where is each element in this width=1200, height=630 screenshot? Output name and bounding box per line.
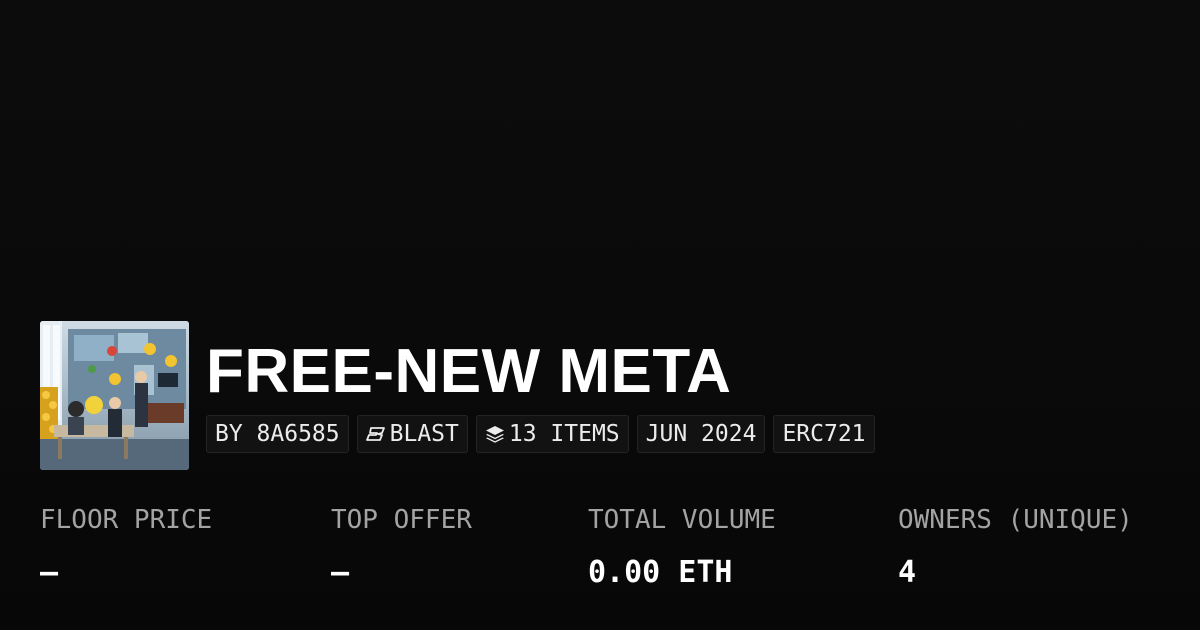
floor-price-label: FLOOR PRICE	[40, 505, 213, 535]
top-offer-label: TOP OFFER	[331, 505, 472, 535]
total-volume-label: TOTAL VOLUME	[588, 505, 776, 535]
floor-price-value: —	[40, 555, 59, 590]
date-tag: JUN 2024	[636, 415, 766, 453]
collection-tags: BY 8A6585 BLAST 13 ITEMS JUN 2024 ERC721	[206, 415, 875, 455]
owners-label: OWNERS (UNIQUE)	[898, 505, 1133, 535]
total-volume-stat: TOTAL VOLUME 0.00 ETH	[588, 500, 776, 598]
owners-value: 4	[898, 555, 917, 590]
creator-label: BY 8A6585	[215, 421, 340, 447]
items-tag[interactable]: 13 ITEMS	[475, 415, 629, 453]
total-volume-value: 0.00 ETH	[588, 555, 733, 590]
standard-tag: ERC721	[773, 415, 875, 453]
top-offer-value: —	[331, 555, 350, 590]
standard-label: ERC721	[782, 421, 866, 447]
blast-logo-icon	[365, 426, 386, 442]
layers-icon	[485, 425, 505, 443]
chain-tag[interactable]: BLAST	[356, 415, 468, 453]
chain-label: BLAST	[389, 421, 459, 447]
top-offer-stat: TOP OFFER —	[331, 500, 472, 598]
collection-stats: FLOOR PRICE — TOP OFFER — TOTAL VOLUME 0…	[0, 500, 1200, 610]
collection-artwork-icon	[40, 321, 189, 470]
floor-price-stat: FLOOR PRICE —	[40, 500, 212, 598]
collection-thumbnail	[40, 321, 189, 470]
owners-stat: OWNERS (UNIQUE) 4	[898, 500, 1133, 598]
date-label: JUN 2024	[645, 421, 757, 447]
collection-title: FREE-NEW META	[206, 337, 732, 406]
items-label: 13 ITEMS	[508, 421, 620, 447]
creator-tag[interactable]: BY 8A6585	[206, 415, 349, 453]
